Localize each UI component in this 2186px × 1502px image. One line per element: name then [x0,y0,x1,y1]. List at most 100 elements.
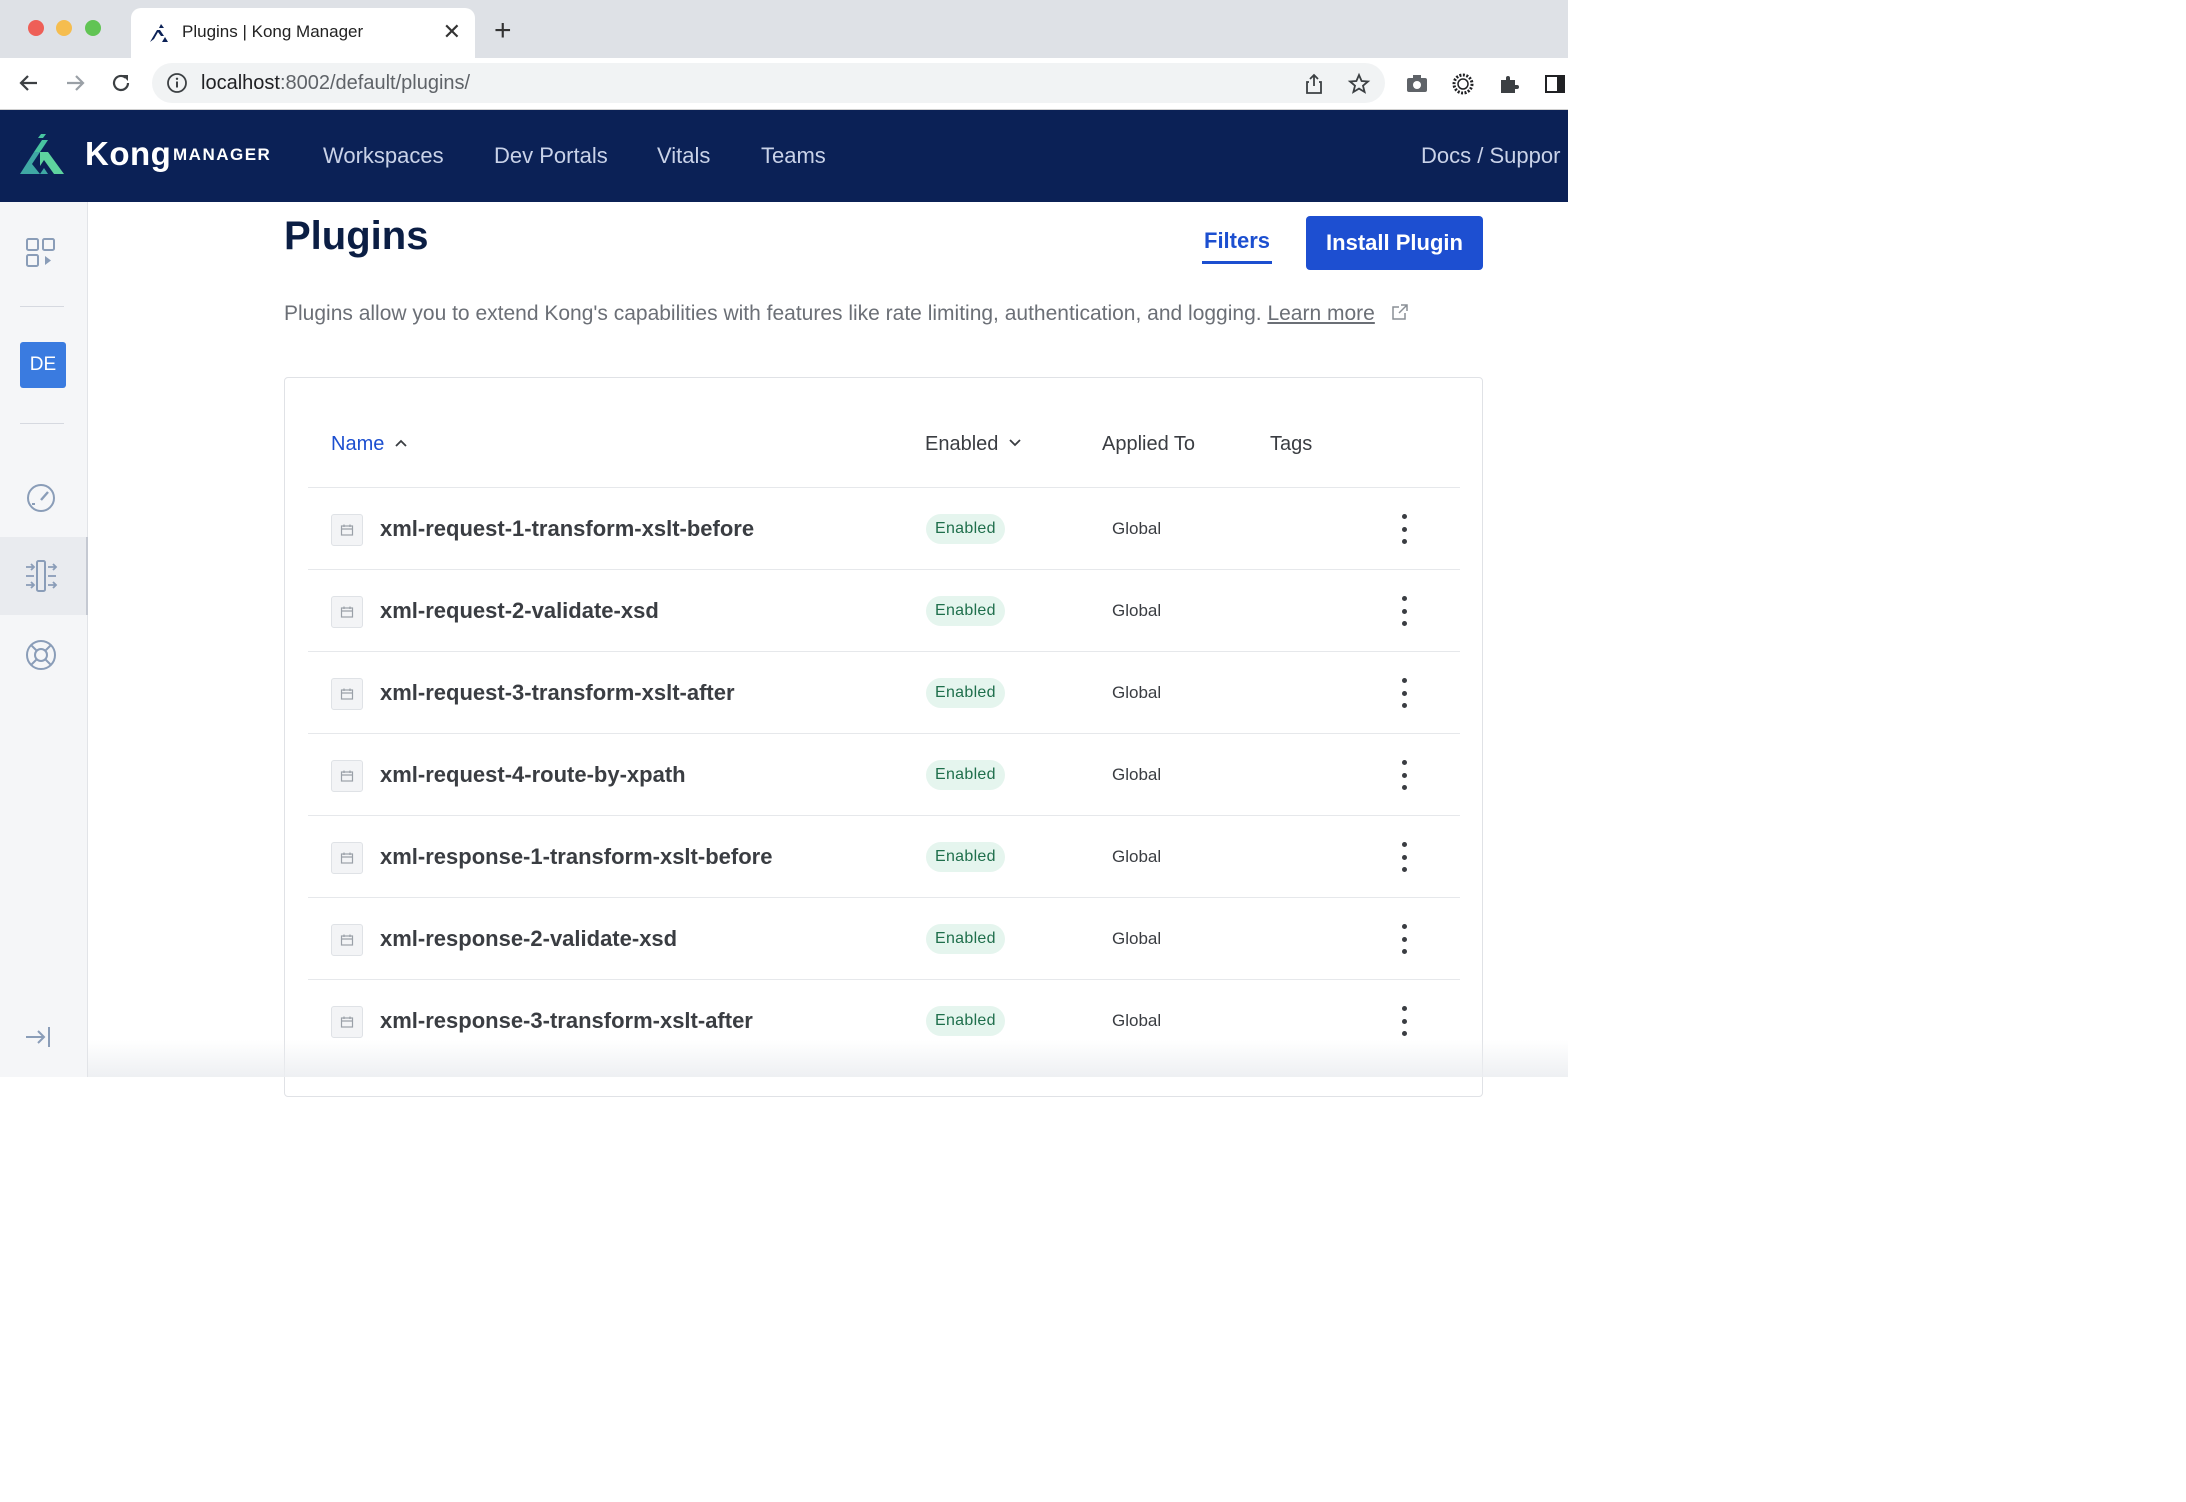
gauge-vitals-icon[interactable] [22,478,60,516]
plugin-icon [331,514,363,546]
puzzle-extensions-icon[interactable] [1497,72,1521,96]
external-link-icon[interactable] [1391,303,1409,321]
install-plugin-button[interactable]: Install Plugin [1306,216,1483,270]
table-row[interactable]: xml-response-2-validate-xsd Enabled Glob… [308,898,1460,980]
plugin-name[interactable]: xml-response-3-transform-xslt-after [380,1008,753,1034]
learn-more-link[interactable]: Learn more [1267,302,1374,325]
status-badge: Enabled [926,924,1005,954]
forward-icon[interactable] [60,68,90,98]
plugin-icon [331,842,363,874]
plugins-icon[interactable] [22,557,60,595]
plugin-name[interactable]: xml-response-2-validate-xsd [380,926,677,952]
applied-to: Global [1112,929,1162,948]
browser-toolbar: localhost:8002/default/plugins/ [0,58,1568,110]
sidebar-divider [20,423,64,424]
kong-logo-icon[interactable] [18,134,68,176]
brand-name[interactable]: Kong [85,135,171,173]
plugin-name[interactable]: xml-request-2-validate-xsd [380,598,659,624]
bottom-fade [88,1040,1568,1077]
camera-icon[interactable] [1405,72,1429,96]
status-badge: Enabled [926,1006,1005,1036]
support-lifebuoy-icon[interactable] [22,636,60,674]
tab-close-icon[interactable]: ✕ [443,20,461,44]
table-row[interactable]: xml-request-1-transform-xslt-before Enab… [308,488,1460,570]
column-header-applied-to: Applied To [1102,433,1196,455]
row-actions-kebab-icon[interactable] [1396,514,1412,544]
address-bar[interactable]: localhost:8002/default/plugins/ [152,63,1385,103]
sun-extension-icon[interactable] [1451,72,1475,96]
table-row[interactable]: xml-response-1-transform-xslt-before Ena… [308,816,1460,898]
applied-to: Global [1112,601,1162,620]
bookmark-star-icon[interactable] [1347,72,1371,96]
dashboard-grid-icon[interactable] [22,234,60,272]
description-text: Plugins allow you to extend Kong's capab… [284,302,1262,325]
plugin-icon [331,1006,363,1038]
maximize-window-button[interactable] [85,20,101,36]
brand-subtitle: MANAGER [173,145,272,164]
url-text[interactable]: localhost:8002/default/plugins/ [201,72,470,95]
nav-vitals[interactable]: Vitals [657,143,710,169]
row-actions-kebab-icon[interactable] [1396,678,1412,708]
nav-dev-portals[interactable]: Dev Portals [494,143,608,169]
plugin-name[interactable]: xml-request-4-route-by-xpath [380,762,686,788]
row-actions-kebab-icon[interactable] [1396,924,1412,954]
nav-workspaces[interactable]: Workspaces [323,143,444,169]
workspace-badge[interactable]: DE [20,342,66,388]
sidebar-divider [20,306,64,307]
browser-chrome: Plugins | Kong Manager ✕ + localhost:800… [0,0,1568,110]
side-panel-icon[interactable] [1543,72,1567,96]
page-description: Plugins allow you to extend Kong's capab… [284,302,1409,326]
applied-to: Global [1112,683,1162,702]
filters-button[interactable]: Filters [1204,228,1270,254]
status-badge: Enabled [926,514,1005,544]
row-actions-kebab-icon[interactable] [1396,842,1412,872]
plugins-table-card: Name Enabled Applied To Tags xml-request… [284,377,1483,1097]
nav-docs-support[interactable]: Docs / Suppor [1421,143,1560,169]
plugin-icon [331,924,363,956]
expand-sidebar-icon[interactable] [22,1018,60,1056]
top-navigation: Kong MANAGER Workspaces Dev Portals Vita… [0,110,1568,202]
applied-to: Global [1112,765,1162,784]
plugin-icon [331,596,363,628]
status-badge: Enabled [926,842,1005,872]
kong-favicon-icon [150,24,168,42]
plugin-icon [331,678,363,710]
table-row[interactable]: xml-request-3-transform-xslt-after Enabl… [308,652,1460,734]
filters-underline [1202,261,1272,264]
applied-to: Global [1112,1011,1162,1030]
row-actions-kebab-icon[interactable] [1396,1006,1412,1036]
applied-to: Global [1112,847,1162,866]
share-icon[interactable] [1302,72,1326,96]
reload-icon[interactable] [106,68,136,98]
table-row[interactable]: xml-request-4-route-by-xpath Enabled Glo… [308,734,1460,816]
main-content: Plugins Filters Install Plugin Plugins a… [88,202,1568,1097]
close-window-button[interactable] [28,20,44,36]
column-header-tags: Tags [1270,433,1313,455]
url-path: :8002/default/plugins/ [279,72,471,94]
back-icon[interactable] [14,68,44,98]
site-info-icon[interactable] [166,72,188,94]
new-tab-icon[interactable]: + [494,16,512,46]
row-actions-kebab-icon[interactable] [1396,760,1412,790]
column-name-label: Name [331,433,385,455]
sidebar: DE [0,202,88,1077]
sort-ascending-icon[interactable] [394,438,408,448]
plugin-name[interactable]: xml-request-3-transform-xslt-after [380,680,735,706]
tab-title: Plugins | Kong Manager [182,22,364,41]
plugin-name[interactable]: xml-response-1-transform-xslt-before [380,844,772,870]
status-badge: Enabled [926,678,1005,708]
nav-teams[interactable]: Teams [761,143,826,169]
column-header-name[interactable]: Name [331,433,408,456]
column-header-enabled[interactable]: Enabled [925,433,1022,456]
row-actions-kebab-icon[interactable] [1396,596,1412,626]
column-enabled-label: Enabled [925,433,999,455]
page-title: Plugins [284,214,429,258]
table-row[interactable]: xml-request-2-validate-xsd Enabled Globa… [308,570,1460,652]
minimize-window-button[interactable] [56,20,72,36]
status-badge: Enabled [926,596,1005,626]
chevron-down-icon[interactable] [1008,438,1022,448]
url-host: localhost [201,72,280,94]
status-badge: Enabled [926,760,1005,790]
plugin-name[interactable]: xml-request-1-transform-xslt-before [380,516,754,542]
browser-tab[interactable]: Plugins | Kong Manager ✕ [131,8,475,58]
